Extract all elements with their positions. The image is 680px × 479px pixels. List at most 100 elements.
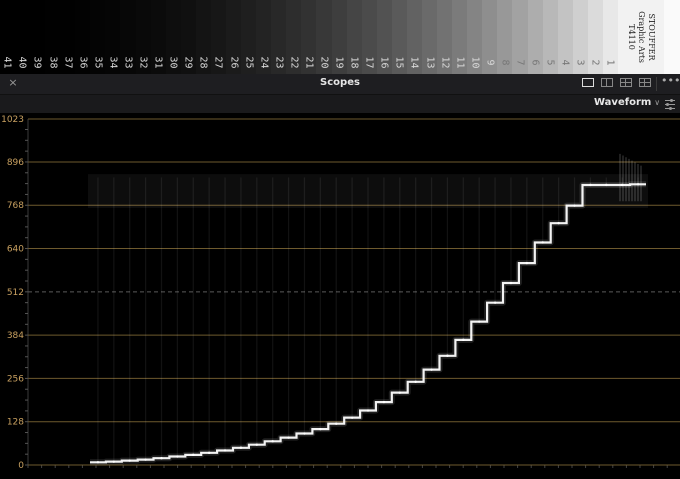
- waveform-point: [589, 183, 592, 187]
- waveform-point: [144, 458, 147, 461]
- step-number: 39: [31, 56, 43, 69]
- step-number: 8: [499, 59, 511, 66]
- y-tick-label: 896: [7, 158, 24, 168]
- step-number: 18: [348, 56, 360, 69]
- brand-line: STOUFFER: [647, 13, 656, 61]
- waveform-point: [541, 241, 544, 244]
- step-number: 38: [47, 56, 59, 69]
- step-wedge-step: 30: [165, 0, 181, 74]
- step-number: 4: [559, 59, 571, 66]
- stouffer-label-text: STOUFFER Graphic Arts T4110: [626, 11, 656, 63]
- step-number: 12: [439, 56, 451, 69]
- waveform-point: [605, 183, 608, 187]
- step-wedge-step: 10: [467, 0, 483, 74]
- y-tick-label: 768: [7, 201, 24, 211]
- waveform-point: [525, 261, 529, 265]
- waveform-point: [398, 391, 401, 394]
- step-number: 16: [378, 56, 390, 69]
- sliders-icon[interactable]: [663, 97, 677, 111]
- step-wedge-step: 32: [135, 0, 151, 74]
- waveform-point: [430, 368, 433, 371]
- step-wedge-step: 12: [437, 0, 453, 74]
- step-wedge-step: 26: [225, 0, 242, 74]
- step-wedge-step: 9: [482, 0, 498, 74]
- step-number: 32: [137, 56, 149, 69]
- quad-view-icon[interactable]: [620, 78, 632, 87]
- waveform-point: [207, 451, 211, 455]
- step-number: 24: [258, 56, 270, 69]
- step-number: 37: [62, 56, 74, 69]
- step-number: 36: [77, 56, 89, 69]
- more-options-icon[interactable]: •••: [661, 75, 680, 90]
- step-wedge-step: 38: [45, 0, 61, 74]
- waveform-point: [271, 440, 274, 443]
- step-wedge-step: 29: [180, 0, 196, 74]
- step-wedge-step: 40: [14, 0, 30, 74]
- waveform-point: [446, 354, 449, 357]
- waveform-point: [382, 400, 386, 404]
- step-wedge-step: 19: [331, 0, 347, 74]
- step-number: 25: [243, 56, 255, 69]
- dual-view-icon[interactable]: [601, 78, 613, 87]
- waveform-point: [128, 459, 131, 462]
- waveform-point: [350, 416, 354, 419]
- step-wedge-step: 33: [120, 0, 136, 74]
- step-wedge-step: 8: [497, 0, 513, 74]
- step-number: 33: [122, 56, 134, 69]
- stouffer-label: STOUFFER Graphic Arts T4110: [618, 0, 664, 74]
- step-wedge-step: 16: [376, 0, 392, 74]
- four-panel-icon[interactable]: [639, 78, 651, 87]
- y-tick-label: 128: [7, 418, 24, 428]
- step-wedge-step: 3: [572, 0, 588, 74]
- y-tick-label: 1023: [1, 115, 24, 125]
- step-wedge-step: 17: [361, 0, 377, 74]
- step-number: 35: [92, 56, 104, 69]
- step-number: 6: [529, 59, 541, 66]
- strip-edge: [664, 0, 680, 74]
- step-number: 30: [167, 56, 179, 69]
- step-number: 3: [574, 59, 586, 66]
- waveform-point: [239, 446, 243, 449]
- waveform-point: [335, 422, 338, 425]
- single-view-icon[interactable]: [582, 78, 594, 87]
- y-tick-label: 640: [7, 245, 24, 255]
- step-wedge-step: 6: [527, 0, 543, 74]
- step-wedge-step: 24: [256, 0, 272, 74]
- waveform-point: [319, 427, 322, 431]
- panel-title: Scopes: [320, 77, 360, 88]
- scope-type-select[interactable]: Waveform ∨: [594, 97, 660, 111]
- step-wedge-step: 28: [195, 0, 211, 74]
- waveform-point: [223, 449, 227, 452]
- step-wedge-step: 23: [271, 0, 287, 74]
- step-wedge-step: 14: [406, 0, 422, 74]
- step-wedge-step: 37: [60, 0, 76, 74]
- waveform-point: [303, 432, 306, 435]
- step-wedge-step: 13: [421, 0, 438, 74]
- waveform-point: [366, 409, 370, 412]
- step-wedge-step: 31: [150, 0, 166, 74]
- step-wedge-step: 25: [241, 0, 257, 74]
- brand-line: T4110: [627, 24, 636, 50]
- y-tick-label: 384: [7, 331, 24, 341]
- step-wedge-step: 36: [75, 0, 91, 74]
- step-wedge-step: 11: [452, 0, 468, 74]
- waveform-point: [96, 461, 100, 464]
- step-wedge-step: 7: [512, 0, 528, 74]
- waveform-point: [287, 436, 290, 439]
- waveform-point: [255, 443, 258, 446]
- y-tick-label: 0: [18, 461, 24, 471]
- step-wedge-steps: 1 2 3 4 5 6 7 8 9 10 11 12 13 14 15 16 17 18 19 20 21 22 23 24 2…: [0, 0, 618, 74]
- step-number: 14: [408, 56, 420, 69]
- waveform-point: [573, 204, 576, 207]
- scope-type-label: Waveform: [594, 97, 652, 108]
- step-wedge-step: 5: [542, 0, 558, 74]
- step-number: 13: [424, 56, 436, 69]
- waveform-point: [192, 453, 195, 457]
- step-wedge-step: 22: [286, 0, 302, 74]
- waveform-point: [462, 338, 465, 342]
- waveform-point: [176, 455, 179, 458]
- chevron-down-icon: ∨: [654, 98, 661, 107]
- brand-line: Graphic Arts: [637, 11, 646, 63]
- step-number: 2: [589, 59, 601, 66]
- step-number: 34: [107, 56, 119, 69]
